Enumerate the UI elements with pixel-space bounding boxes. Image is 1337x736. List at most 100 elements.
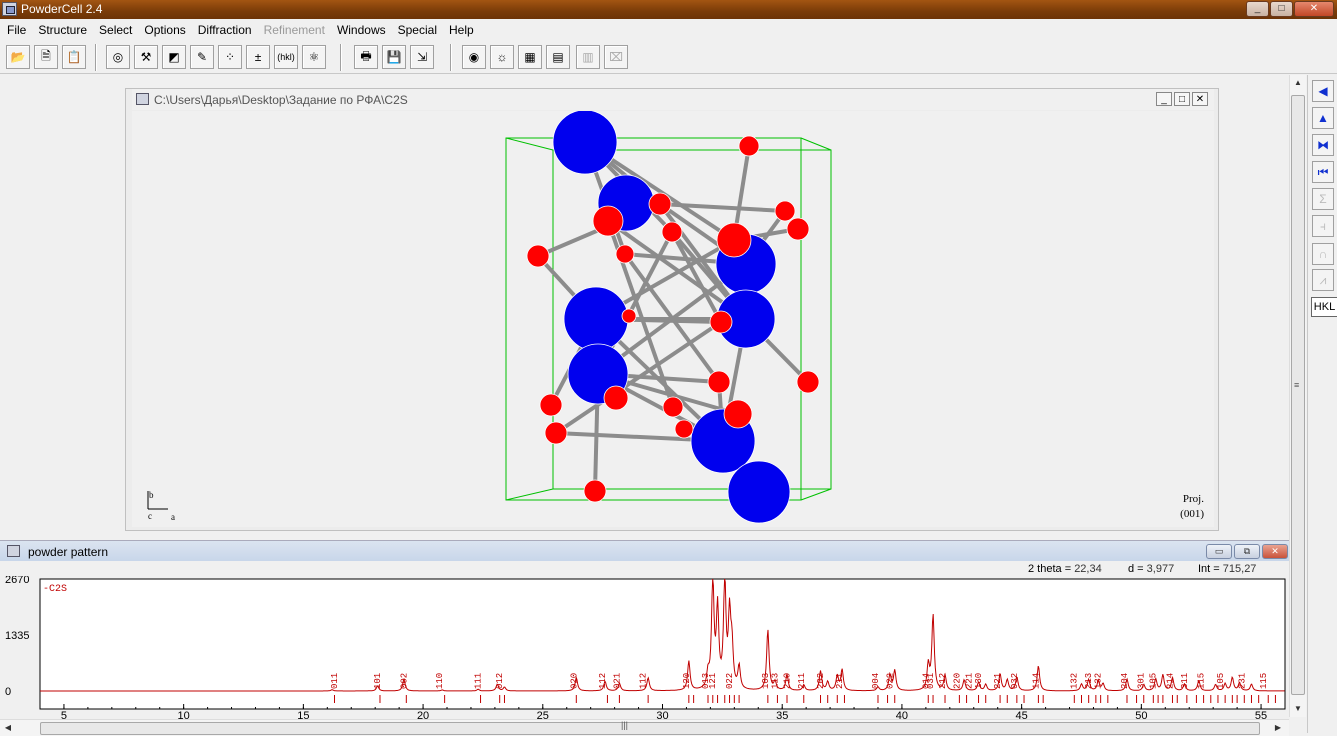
oxygen-atom[interactable] [738, 135, 760, 157]
powder-plot-area[interactable]: 2670 1335 0 5 10 15 20 25 30 35 40 45 50 55 011 101 002 1… [0, 574, 1289, 722]
calcium-atom[interactable] [727, 460, 791, 524]
oxygen-atom[interactable] [662, 396, 684, 418]
oxygen-atom[interactable] [796, 370, 820, 394]
oxygen-atom[interactable] [674, 419, 694, 439]
structure-minimize-button[interactable]: _ [1156, 92, 1172, 106]
calcium-atom[interactable] [563, 286, 629, 352]
info-button[interactable]: ⌧ [604, 45, 628, 69]
scroll-right-icon[interactable]: ▶ [1270, 720, 1286, 736]
hkl-label: 020 [569, 673, 579, 689]
curve-button[interactable]: ∩ [1312, 243, 1334, 265]
open-file-button[interactable]: 📂 [6, 45, 30, 69]
powdercell-app: PowderCell 2.4 _ □ ✕ File Structure Select… [0, 0, 1337, 736]
edit-button[interactable]: ✎ [190, 45, 214, 69]
oxygen-atom[interactable] [661, 221, 683, 243]
powder-window-caption[interactable]: powder pattern ▭ ⧉ ✕ [0, 540, 1289, 561]
info-icon: ⌧ [609, 50, 623, 64]
tools-button[interactable]: ⚒ [134, 45, 158, 69]
oxygen-atom[interactable] [707, 370, 731, 394]
sum-button[interactable]: Σ [1312, 188, 1334, 210]
oxygen-atom[interactable] [583, 479, 607, 503]
menu-structure[interactable]: Structure [32, 20, 93, 40]
scroll-left-icon[interactable]: ◀ [0, 720, 16, 736]
first-icon: ⏮ [1317, 164, 1329, 179]
profile-icon: ⩘ [1319, 272, 1327, 287]
light-button[interactable]: ☼ [490, 45, 514, 69]
powder-pattern-chart[interactable]: 2670 1335 0 5 10 15 20 25 30 35 40 45 50 55 011 101 002 1… [0, 574, 1289, 722]
oxygen-atom[interactable] [544, 421, 568, 445]
hkl-label: 114 [1031, 673, 1041, 689]
delta-x-button[interactable]: ± [246, 45, 270, 69]
maximize-button[interactable]: □ [1270, 1, 1293, 17]
windows-button[interactable]: ▥ [576, 45, 600, 69]
oxygen-atom[interactable] [774, 200, 796, 222]
first-button[interactable]: ⏮ [1312, 161, 1334, 183]
structure-close-button[interactable]: ✕ [1192, 92, 1208, 106]
axis-indicator: b c a [147, 490, 175, 522]
target-button[interactable]: ◎ [106, 45, 130, 69]
print-button[interactable]: 🖶 [354, 45, 378, 69]
title-bar: PowderCell 2.4 _ □ ✕ [0, 0, 1337, 19]
arrow-left-button[interactable]: ◀ [1312, 80, 1334, 102]
menu-file[interactable]: File [1, 20, 32, 40]
oxygen-atom[interactable] [723, 399, 753, 429]
menu-windows[interactable]: Windows [331, 20, 392, 40]
save-pattern-button[interactable]: 💾 [382, 45, 406, 69]
structure-maximize-button[interactable]: □ [1174, 92, 1190, 106]
structure-window[interactable]: C:\Users\Дарья\Desktop\Задание по РФА\C2… [125, 88, 1219, 531]
structure-window-caption[interactable]: C:\Users\Дарья\Desktop\Задание по РФА\C2… [132, 89, 1214, 110]
menu-select[interactable]: Select [93, 20, 138, 40]
oxygen-atom[interactable] [709, 310, 733, 334]
horizontal-scroll-thumb[interactable] [40, 722, 1260, 735]
powder-minimize-button[interactable]: ▭ [1206, 544, 1232, 559]
powder-maximize-button[interactable]: ⧉ [1234, 544, 1260, 559]
x-tick-label: 50 [1135, 710, 1147, 719]
view-button[interactable]: ◉ [462, 45, 486, 69]
scroll-up-icon[interactable]: ▲ [1290, 75, 1306, 91]
grid-button[interactable]: ▤ [546, 45, 570, 69]
minimize-icon: _ [1254, 3, 1261, 14]
chart-edit-button[interactable]: ◩ [162, 45, 186, 69]
powder-pattern-window[interactable]: powder pattern ▭ ⧉ ✕ 2 theta = 22,34 d =… [0, 540, 1289, 722]
oxygen-atom[interactable] [592, 205, 624, 237]
save-structure-button[interactable]: 🗎 [34, 45, 58, 69]
hkl-label: 105 [1216, 673, 1226, 689]
powder-close-button[interactable]: ✕ [1262, 544, 1288, 559]
oxygen-atom[interactable] [648, 192, 672, 216]
menu-help[interactable]: Help [443, 20, 480, 40]
hkl-label: 012 [495, 673, 505, 689]
hkl-button[interactable]: (hkl) [274, 45, 298, 69]
scroll-down-icon[interactable]: ▼ [1290, 701, 1306, 717]
arrow-up-button[interactable]: ▲ [1312, 107, 1334, 129]
close-button[interactable]: ✕ [1294, 1, 1334, 17]
mirror-button[interactable]: ⧓ [1312, 134, 1334, 156]
horizontal-scrollbar[interactable]: ◀ ||| ▶ [0, 719, 1289, 736]
crystal-structure-view[interactable]: b c a [132, 109, 1214, 527]
calcium-atom[interactable] [552, 109, 618, 175]
oxygen-atom[interactable] [539, 393, 563, 417]
app-icon[interactable] [2, 2, 17, 16]
profile-button[interactable]: ⩘ [1312, 269, 1334, 291]
hkl-button[interactable]: HKL [1311, 297, 1337, 317]
oxygen-atom[interactable] [603, 385, 629, 411]
menu-options[interactable]: Options [138, 20, 191, 40]
clipboard-button[interactable]: 📋 [62, 45, 86, 69]
structure-window-controls: _ □ ✕ [1154, 92, 1208, 106]
oxygen-atom[interactable] [526, 244, 550, 268]
structure-canvas[interactable]: b c a Proj. (001) [132, 109, 1214, 527]
menu-diffraction[interactable]: Diffraction [192, 20, 258, 40]
oxygen-atom[interactable] [621, 308, 637, 324]
colors-button[interactable]: ▦ [518, 45, 542, 69]
oxygen-atom[interactable] [716, 222, 752, 258]
menu-special[interactable]: Special [392, 20, 443, 40]
peaks-button[interactable]: ⫞ [1312, 215, 1334, 237]
vertical-scrollbar[interactable]: ▲ ≡ ▼ [1289, 75, 1306, 717]
minimize-button[interactable]: _ [1246, 1, 1269, 17]
export-button[interactable]: ⇲ [410, 45, 434, 69]
oxygen-atom[interactable] [615, 244, 635, 264]
main-toolbar: 📂 🗎 📋 ◎ ⚒ ◩ ✎ ⁘ ± (hkl) ⚛ 🖶 💾 ⇲ ◉ ☼ ▦ ▤ ▥ ⌧ [0, 40, 1337, 74]
vertical-scroll-thumb[interactable] [1291, 95, 1305, 695]
oxygen-atom[interactable] [786, 217, 810, 241]
molecule-button[interactable]: ⚛ [302, 45, 326, 69]
atoms-button[interactable]: ⁘ [218, 45, 242, 69]
